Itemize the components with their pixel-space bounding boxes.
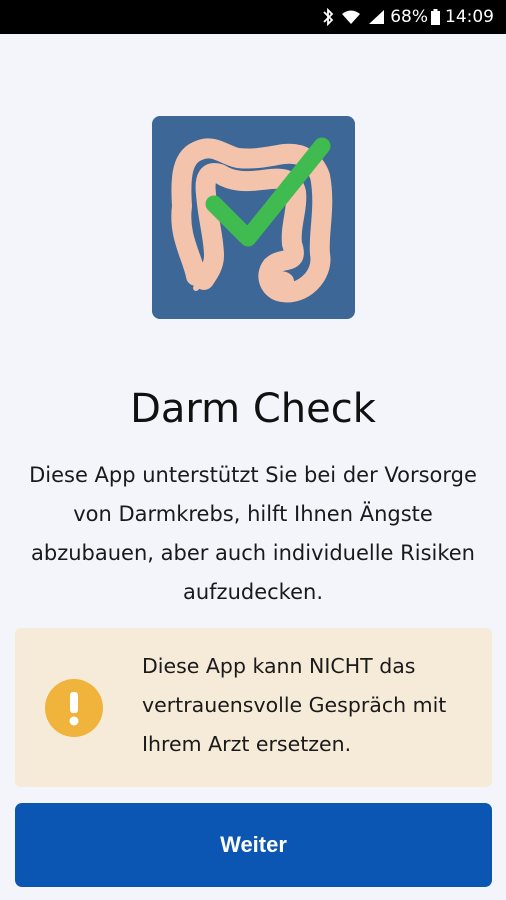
app-title: Darm Check: [130, 386, 376, 432]
status-bar: 68% 14:09: [0, 0, 506, 34]
colon-with-checkmark-icon: [152, 116, 355, 319]
app-description: Diese App unterstützt Sie bei der Vorsor…: [29, 463, 477, 604]
warning-text: Diese App kann NICHT das vertrauensvolle…: [142, 654, 447, 756]
signal-icon: [368, 9, 385, 25]
exclamation-icon: [45, 679, 103, 737]
clock: 14:09: [445, 7, 494, 27]
bluetooth-icon: [322, 8, 334, 26]
battery-percentage: 68%: [390, 7, 428, 27]
battery-icon: [431, 9, 440, 25]
wifi-icon: [341, 9, 361, 25]
continue-button[interactable]: Weiter: [15, 803, 492, 887]
warning-box: Diese App kann NICHT das vertrauensvolle…: [15, 628, 492, 787]
app-logo: [152, 116, 355, 319]
